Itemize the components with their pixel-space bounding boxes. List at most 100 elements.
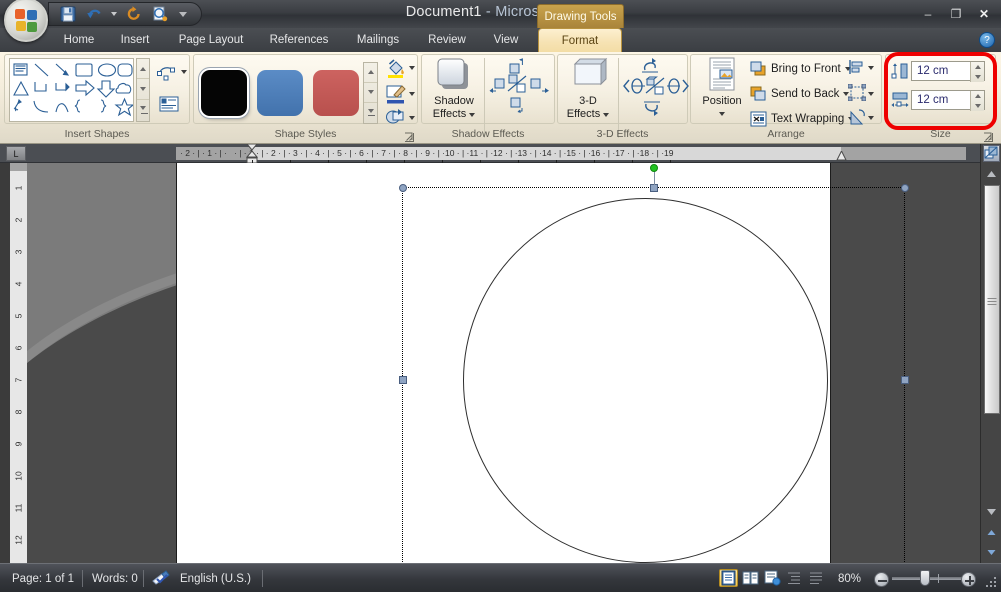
shadow-nudge-right-icon[interactable] xyxy=(528,76,550,99)
shape-styles-dialog-launcher[interactable] xyxy=(404,130,415,142)
gallery-scroll-up[interactable] xyxy=(137,59,149,80)
position-button[interactable]: Position xyxy=(696,57,748,119)
oval-shape[interactable] xyxy=(463,198,828,563)
tab-view[interactable]: View xyxy=(483,28,529,52)
zoom-level[interactable]: 80% xyxy=(838,571,861,587)
draw-text-box-icon[interactable] xyxy=(158,94,180,119)
tab-home[interactable]: Home xyxy=(55,28,103,52)
shape-height-input[interactable]: 12 cm xyxy=(911,61,985,82)
size-dialog-launcher[interactable] xyxy=(983,130,994,142)
shape-height-spin-up[interactable] xyxy=(971,62,984,72)
shape-width-spin-down[interactable] xyxy=(971,101,984,111)
zoom-in-button[interactable] xyxy=(961,572,976,587)
group-objects-icon[interactable] xyxy=(847,83,867,106)
page-indicator[interactable]: Page: 1 of 1 xyxy=(12,571,74,587)
draft-view-button[interactable] xyxy=(807,569,826,587)
shape-style-black[interactable] xyxy=(201,70,247,116)
rotation-handle[interactable] xyxy=(650,164,658,172)
selection-handle-top-left[interactable] xyxy=(399,184,407,192)
word-count[interactable]: Words: 0 xyxy=(92,571,138,587)
close-button[interactable]: ✕ xyxy=(971,5,997,23)
scroll-down-arrow[interactable] xyxy=(983,504,1000,520)
maximize-button[interactable]: ❐ xyxy=(943,5,969,23)
redo-icon[interactable] xyxy=(125,5,143,23)
edit-shape-icon[interactable] xyxy=(156,62,178,87)
group-dropdown-icon[interactable] xyxy=(868,92,874,96)
selection-handle-middle-right[interactable] xyxy=(901,376,909,384)
scroll-up-arrow[interactable] xyxy=(983,166,1000,182)
tab-stop-selector[interactable]: L xyxy=(6,146,26,161)
shadow-nudge-left-icon[interactable] xyxy=(489,76,509,99)
tab-mailings[interactable]: Mailings xyxy=(345,28,411,52)
help-icon[interactable]: ? xyxy=(979,32,995,48)
shapes-gallery-scrollbar[interactable] xyxy=(136,58,150,122)
vertical-ruler[interactable]: 1 2 3 4 5 6 7 8 9 10 11 12 xyxy=(10,163,27,563)
previous-page-button[interactable] xyxy=(983,525,1000,541)
rotate-dropdown-icon[interactable] xyxy=(868,116,874,120)
zoom-out-button[interactable] xyxy=(874,572,889,587)
shape-styles-scrollbar[interactable] xyxy=(363,62,378,124)
align-objects-icon[interactable] xyxy=(848,59,866,80)
vertical-scrollbar[interactable] xyxy=(980,144,1001,563)
select-browse-object-icon[interactable] xyxy=(983,145,1000,162)
web-layout-view-button[interactable] xyxy=(763,569,782,587)
selection-handle-top-right[interactable] xyxy=(901,184,909,192)
shape-width-spin-up[interactable] xyxy=(971,91,984,101)
proofing-errors-icon[interactable] xyxy=(152,569,172,585)
shape-fill-dropdown-icon[interactable] xyxy=(409,66,415,70)
zoom-slider-handle[interactable] xyxy=(920,570,930,586)
full-screen-reading-view-button[interactable] xyxy=(741,569,760,587)
undo-icon[interactable] xyxy=(85,5,103,23)
styles-more[interactable] xyxy=(364,103,377,123)
shape-outline-dropdown-icon[interactable] xyxy=(409,92,415,96)
horizontal-ruler[interactable]: L · 2 · | · 1 · | · · | · 1 · | · 2 · | … xyxy=(0,144,980,163)
tilt-down-icon[interactable] xyxy=(641,98,663,123)
three-d-effects-button[interactable]: 3-D Effects xyxy=(561,58,615,121)
selection-handle-top-center[interactable] xyxy=(650,184,658,192)
gallery-more-shapes[interactable] xyxy=(137,100,149,120)
next-page-button[interactable] xyxy=(983,544,1000,560)
shapes-gallery[interactable] xyxy=(9,58,134,122)
three-d-effects-dropdown-icon[interactable] xyxy=(603,113,610,117)
edit-shape-dropdown-icon[interactable] xyxy=(181,70,187,74)
styles-scroll-down[interactable] xyxy=(364,83,377,103)
customize-quick-access-icon[interactable] xyxy=(179,11,187,17)
office-button[interactable] xyxy=(4,0,48,42)
position-dropdown-icon[interactable] xyxy=(719,112,725,116)
align-dropdown-icon[interactable] xyxy=(868,66,874,70)
tab-page-layout[interactable]: Page Layout xyxy=(167,28,255,52)
shape-outline-icon[interactable] xyxy=(385,84,406,110)
minimize-button[interactable]: – xyxy=(915,5,941,23)
tab-insert[interactable]: Insert xyxy=(112,28,158,52)
shadow-effects-button[interactable]: Shadow Effects xyxy=(427,58,481,121)
shape-style-red[interactable] xyxy=(313,70,359,116)
window-resize-grip[interactable] xyxy=(986,577,998,589)
document-workspace[interactable] xyxy=(27,163,980,563)
shadow-nudge-down-icon[interactable] xyxy=(507,96,527,119)
bring-to-front-button[interactable]: Bring to Front xyxy=(750,59,851,79)
shape-width-input[interactable]: 12 cm xyxy=(911,90,985,111)
language-indicator[interactable]: English (U.S.) xyxy=(180,571,251,587)
tilt-right-icon[interactable] xyxy=(665,76,689,101)
styles-scroll-up[interactable] xyxy=(364,63,377,83)
shape-width-spinner[interactable] xyxy=(970,91,984,111)
shape-fill-icon[interactable] xyxy=(385,58,406,84)
change-shape-dropdown-icon[interactable] xyxy=(409,116,415,120)
tab-format[interactable]: Format xyxy=(538,28,622,52)
shape-height-spinner[interactable] xyxy=(970,62,984,82)
print-layout-view-button[interactable] xyxy=(719,569,738,587)
print-preview-icon[interactable] xyxy=(151,5,169,23)
tab-references[interactable]: References xyxy=(262,28,336,52)
document-page[interactable] xyxy=(176,163,909,563)
shadow-effects-dropdown-icon[interactable] xyxy=(469,113,476,117)
shape-style-blue[interactable] xyxy=(257,70,303,116)
outline-view-button[interactable] xyxy=(785,569,804,587)
tab-review[interactable]: Review xyxy=(419,28,475,52)
horizontal-ruler-track[interactable]: · 2 · | · 1 · | · · | · 1 · | · 2 · | · … xyxy=(176,144,966,163)
scrollbar-thumb[interactable] xyxy=(984,185,1000,414)
selection-handle-middle-left[interactable] xyxy=(399,376,407,384)
shape-height-spin-down[interactable] xyxy=(971,72,984,82)
save-icon[interactable] xyxy=(59,5,77,23)
gallery-scroll-down[interactable] xyxy=(137,79,149,100)
undo-dropdown-icon[interactable] xyxy=(111,12,117,16)
